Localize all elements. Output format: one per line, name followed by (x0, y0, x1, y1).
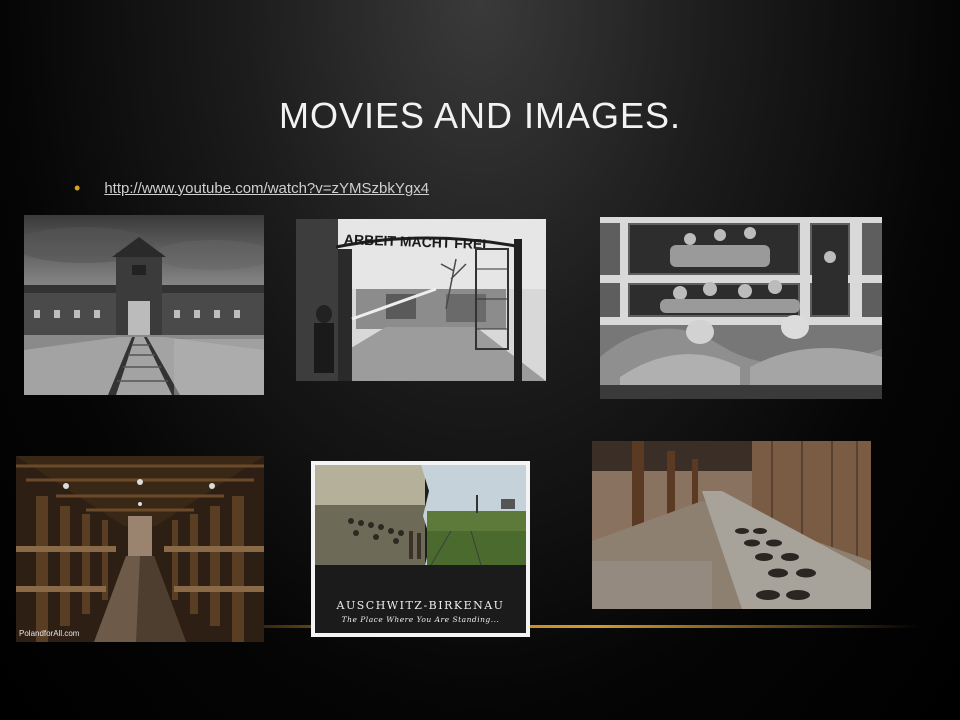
photo-latrine-barrack (592, 441, 871, 609)
bullet-dot-icon: • (74, 178, 81, 198)
photo-prisoners-bunks (600, 217, 882, 399)
watermark-text: PolandforAll.com (19, 629, 80, 638)
bullet-item: • http://www.youtube.com/watch?v=zYMSzbk… (74, 178, 429, 198)
divider-line (200, 625, 920, 628)
photo-barracks-interior: PolandforAll.com (16, 456, 264, 642)
photo-gatehouse-rail (24, 215, 264, 395)
photo-camp-gate: ARBEIT MACHT FREI (296, 219, 546, 381)
photo-film-poster: AUSCHWITZ-BIRKENAU The Place Where You A… (311, 461, 530, 637)
poster-title: AUSCHWITZ-BIRKENAU (336, 599, 505, 612)
slide-title: MOVIES AND IMAGES. (278, 95, 682, 136)
youtube-link[interactable]: http://www.youtube.com/watch?v=zYMSzbkYg… (104, 180, 429, 197)
poster-subtitle: The Place Where You Are Standing... (341, 615, 500, 624)
